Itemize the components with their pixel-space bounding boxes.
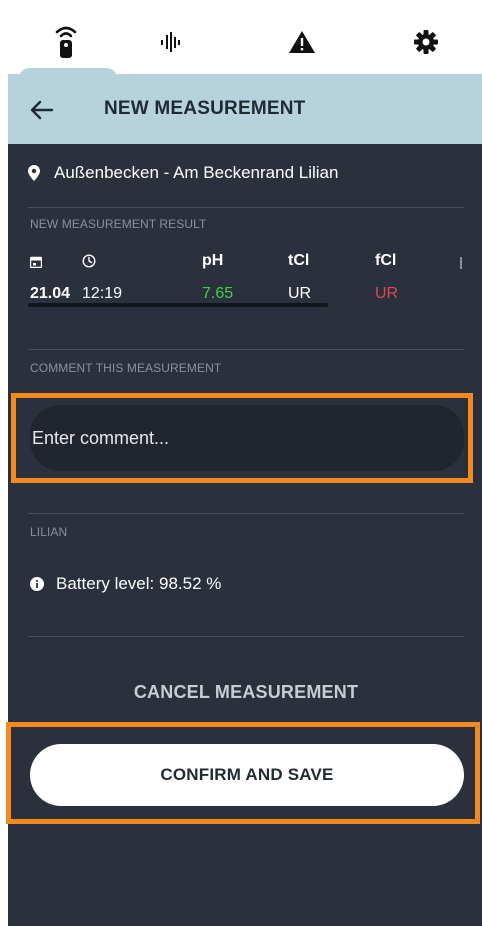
battery-row: Battery level: 98.52 % (30, 574, 221, 594)
comment-section-label: COMMENT THIS MEASUREMENT (30, 361, 222, 375)
truncated-column-marker (460, 257, 462, 269)
tab-settings[interactable] (406, 22, 446, 62)
top-tab-bar (0, 0, 482, 84)
location-text: Außenbecken - Am Beckenrand Lilian (54, 163, 339, 182)
divider (28, 207, 464, 208)
tab-waveform[interactable] (150, 22, 190, 62)
clock-icon (82, 254, 96, 273)
divider (28, 349, 464, 350)
result-section-label: NEW MEASUREMENT RESULT (30, 217, 207, 231)
warning-icon (289, 31, 315, 53)
page-header: NEW MEASUREMENT (8, 74, 482, 144)
location-pin-icon (28, 165, 40, 181)
horizontal-scrollbar[interactable] (28, 303, 328, 307)
battery-level-text: Battery level: 98.52 % (56, 574, 222, 593)
cancel-measurement-button[interactable]: CANCEL MEASUREMENT (28, 672, 464, 712)
info-icon (30, 577, 44, 591)
calendar-icon (29, 255, 43, 273)
column-header-tcl: tCl (288, 252, 310, 269)
gear-icon (414, 30, 438, 54)
value-ph: 7.65 (202, 285, 234, 302)
measurement-time: 12:19 (82, 285, 123, 302)
location-row: Außenbecken - Am Beckenrand Lilian (28, 163, 338, 183)
divider (28, 636, 464, 637)
divider (28, 513, 464, 514)
tab-warnings[interactable] (282, 22, 322, 62)
waveform-icon (161, 32, 180, 52)
measurement-date: 21.04 (30, 285, 71, 302)
page-title: NEW MEASUREMENT (104, 98, 306, 119)
highlight-frame-comment (11, 393, 473, 483)
value-fcl: UR (375, 285, 399, 302)
back-button[interactable] (28, 96, 56, 124)
remote-sensor-icon (55, 26, 77, 58)
tab-remote-sensor[interactable] (46, 22, 86, 62)
value-tcl: UR (288, 285, 312, 302)
highlight-frame-confirm (6, 722, 480, 824)
column-header-ph: pH (202, 252, 224, 269)
device-section-label: LILIAN (30, 525, 68, 539)
arrow-left-icon (30, 100, 54, 120)
column-header-fcl: fCl (375, 252, 397, 269)
